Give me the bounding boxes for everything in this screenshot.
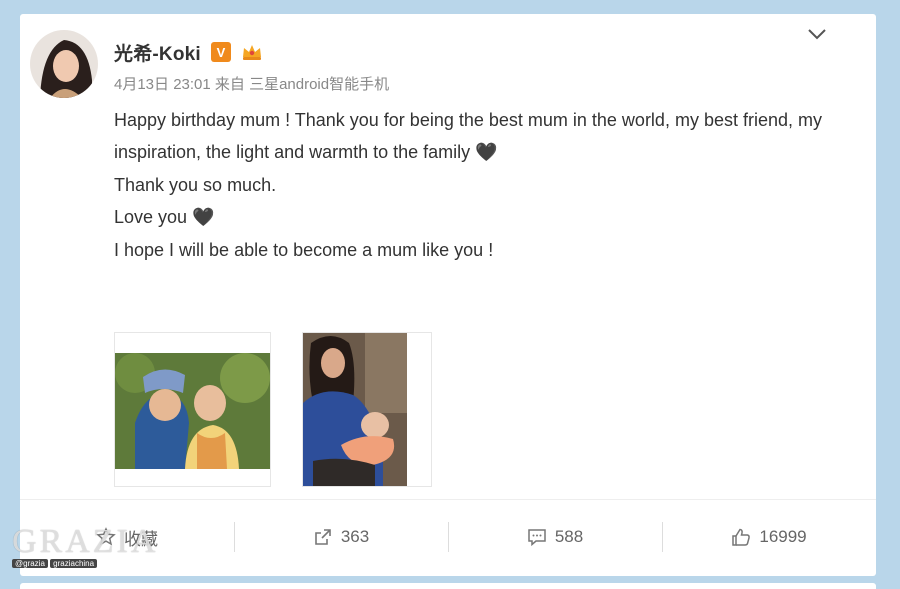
post-text: Happy birthday mum ! Thank you for being…: [114, 104, 834, 266]
repost-icon: [313, 527, 333, 547]
post-paragraph: I hope I will be able to become a mum li…: [114, 239, 494, 260]
post-paragraph: Thank you so much.: [114, 174, 277, 195]
like-button[interactable]: 16999: [662, 506, 876, 568]
member-crown-icon[interactable]: [240, 42, 264, 62]
author-row: 光希-Koki V: [114, 39, 264, 66]
thumbs-up-icon: [731, 527, 751, 547]
verified-badge[interactable]: V: [210, 42, 231, 62]
repost-button[interactable]: 363: [234, 506, 448, 568]
author-name[interactable]: 光希-Koki: [114, 39, 201, 66]
action-bar: 收藏 363 588 16999: [20, 506, 876, 568]
repost-count: 363: [340, 527, 370, 546]
favorite-label: 收藏: [124, 529, 158, 549]
action-divider: [20, 499, 876, 500]
post-photo-1[interactable]: [114, 332, 271, 487]
post-meta: 4月13日 23:01 来自 三星android智能手机: [114, 76, 390, 93]
post-photo-2[interactable]: [302, 332, 432, 487]
weibo-post-card: [20, 14, 876, 576]
star-icon: [96, 527, 116, 547]
comment-icon: [527, 527, 547, 547]
avatar[interactable]: [30, 30, 98, 98]
favorite-button[interactable]: 收藏: [20, 506, 234, 568]
comment-button[interactable]: 588: [448, 506, 662, 568]
post-paragraph: Happy birthday mum ! Thank you for being…: [114, 110, 828, 163]
comment-count: 588: [554, 527, 584, 546]
chevron-down-icon[interactable]: [806, 26, 828, 42]
post-paragraph: Love you 🖤: [114, 207, 215, 228]
like-count: 16999: [759, 527, 807, 546]
next-card-edge: [20, 583, 876, 589]
